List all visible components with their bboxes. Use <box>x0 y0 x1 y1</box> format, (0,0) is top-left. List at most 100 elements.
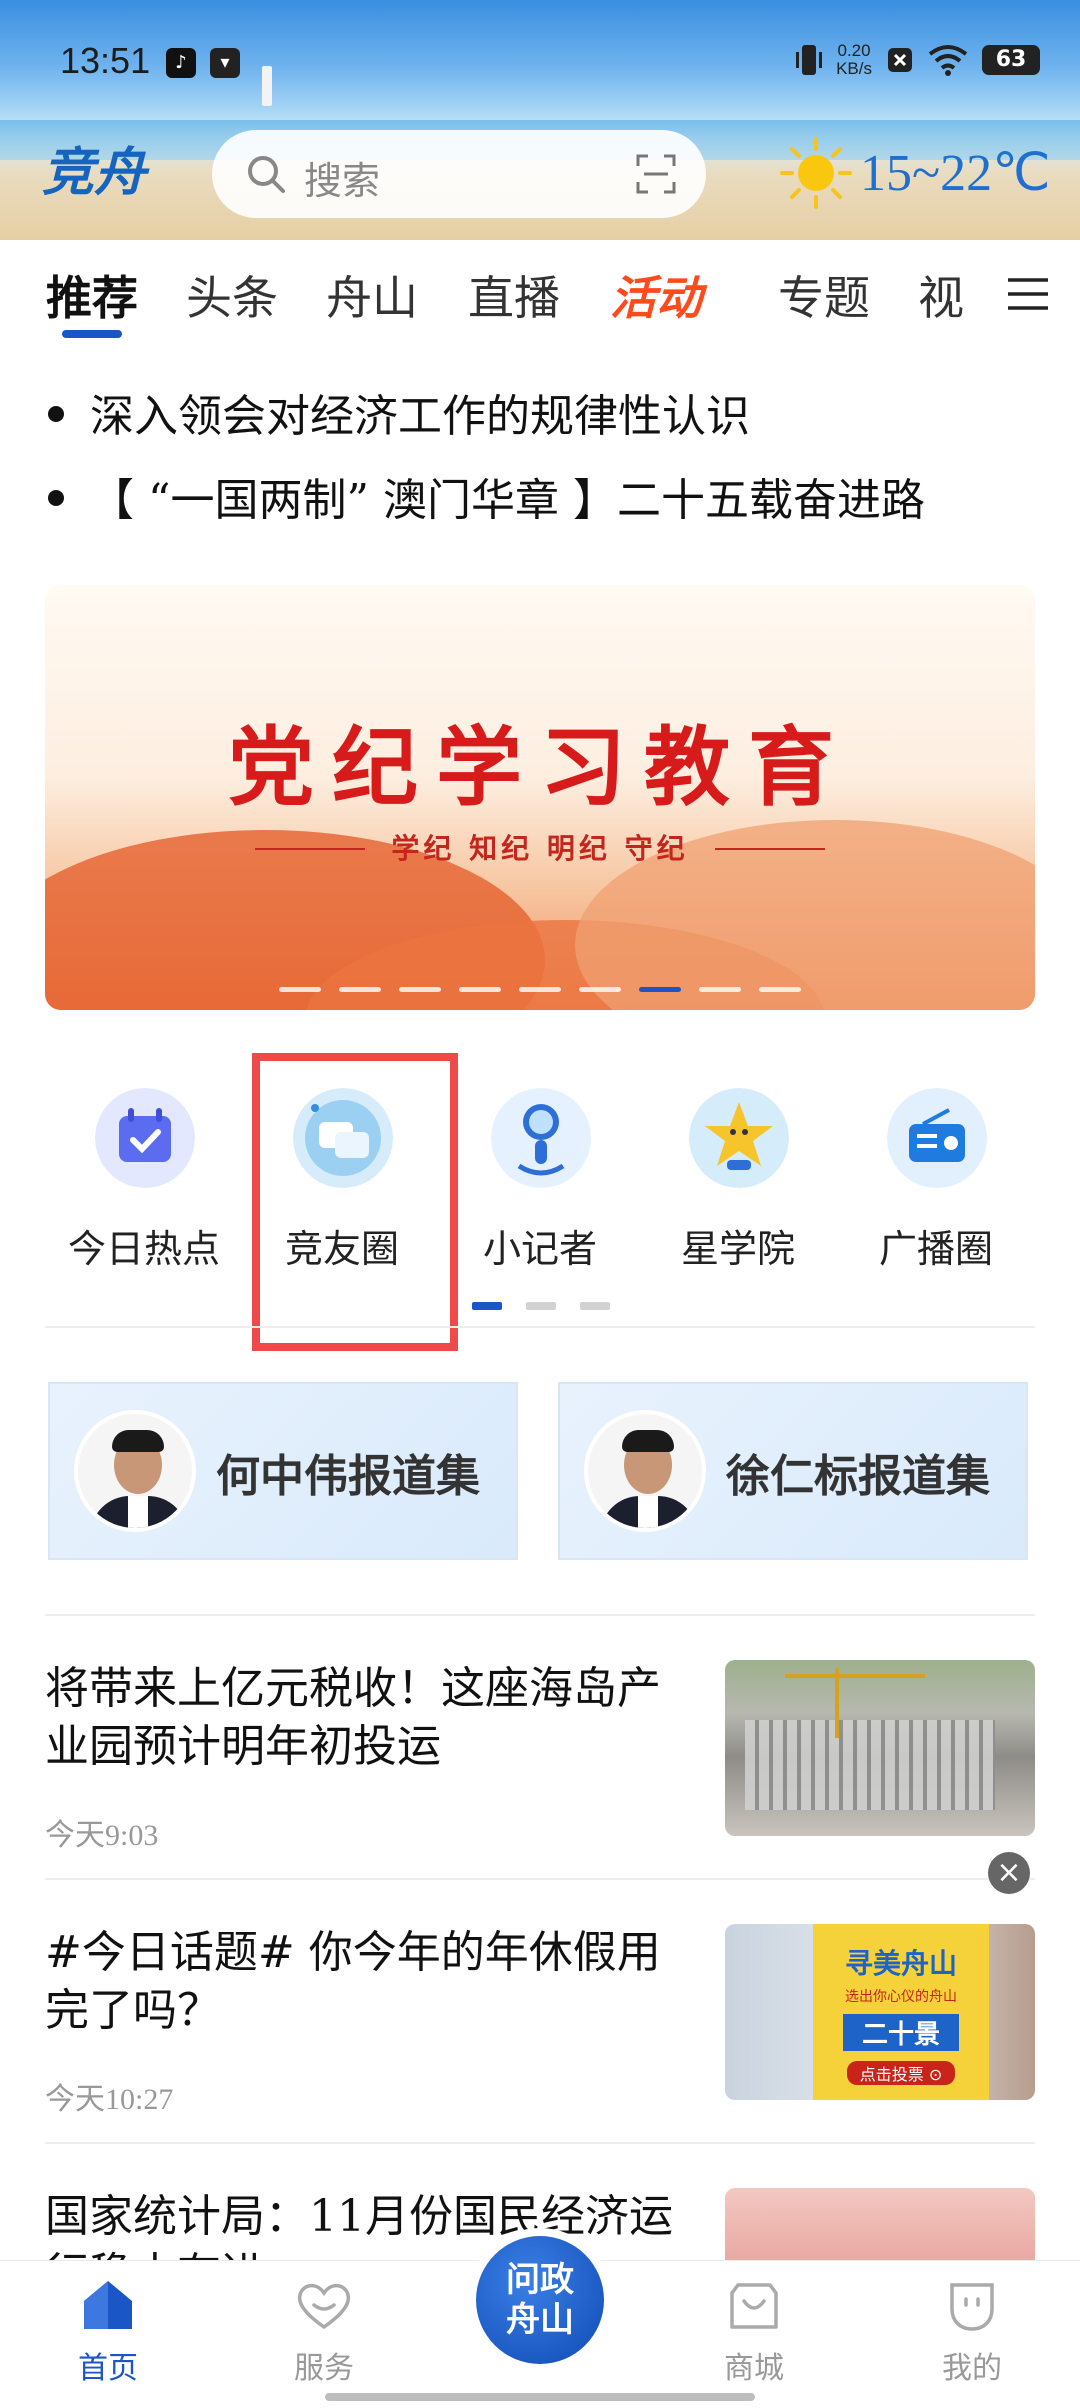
scan-icon[interactable] <box>636 154 676 194</box>
star-mascot-icon <box>689 1088 789 1188</box>
quick-link-junior-reporter[interactable]: 小记者 <box>441 1080 639 1280</box>
quick-link-label: 广播圈 <box>878 1227 993 1271</box>
banner-pager-dot <box>699 987 741 992</box>
quick-link-label: 今日热点 <box>67 1227 220 1271</box>
tab-headlines[interactable]: 头条 <box>186 262 278 328</box>
pager-dot <box>472 1302 502 1310</box>
nav-profile[interactable]: 我的 <box>902 2275 1042 2387</box>
thumb-caption: 二十景 <box>843 2014 959 2051</box>
news-time: 今天9:03 <box>45 1819 159 1852</box>
quick-link-label: 小记者 <box>482 1227 597 1271</box>
tab-live[interactable]: 直播 <box>468 262 560 328</box>
banner-pager-dot <box>759 987 801 992</box>
banner-subtitle: 学纪 知纪 明纪 守纪 <box>391 832 689 865</box>
banner-pager-dot <box>459 987 501 992</box>
news-title: 将带来上亿元税收！这座海岛产业园预计明年初投运 <box>45 1663 661 1772</box>
banner-pager-dot <box>339 987 381 992</box>
report-collection-card[interactable]: 徐仁标报道集 <box>558 1382 1028 1560</box>
report-collection-card[interactable]: 何中伟报道集 <box>48 1382 518 1560</box>
radio-icon <box>887 1088 987 1188</box>
nav-label: 我的 <box>942 2351 1002 2386</box>
close-icon[interactable]: × <box>988 1852 1030 1894</box>
thumb-caption: 寻美舟山 <box>844 1947 957 1980</box>
banner-pager <box>45 987 1035 992</box>
search-input[interactable]: 搜索 <box>212 130 706 218</box>
news-thumbnail: 寻美舟山 选出你心仪的舟山 二十景 点击投票 ⊙ <box>725 1924 1035 2100</box>
network-speed: 0.20 KB/s <box>836 42 872 78</box>
nav-services[interactable]: 服务 <box>254 2275 394 2387</box>
pager-dot <box>526 1302 556 1310</box>
quick-link-label: 星学院 <box>680 1227 795 1271</box>
banner-pager-dot <box>519 987 561 992</box>
news-title: #今日话题# 你今年的年休假用完了吗？ <box>45 1927 661 2036</box>
status-indicators: 0.20 KB/s 63 <box>796 42 1040 78</box>
banner-rule-right <box>715 848 825 850</box>
no-sim-icon <box>888 48 912 72</box>
weather-temperature: 15~22℃ <box>860 145 1051 202</box>
banner-pager-dot <box>579 987 621 992</box>
tiktok-icon: ♪ <box>166 48 196 78</box>
thumb-caption: 选出你心仪的舟山 <box>845 1989 957 2005</box>
banner-pager-dot <box>639 987 681 992</box>
nav-mall[interactable]: 商城 <box>684 2275 824 2387</box>
app-logo[interactable]: 竞舟 <box>42 130 152 203</box>
news-thumbnail <box>725 1660 1035 1836</box>
calendar-check-icon <box>95 1088 195 1188</box>
channel-tabs: 推荐 头条 舟山 直播 活动 专题 视 <box>0 250 1080 340</box>
report-collection-title: 徐仁标报道集 <box>726 1451 990 1502</box>
pager-dot <box>580 1302 610 1310</box>
quick-links: 今日热点 竞友圈 小记者 星学院 广播圈 <box>45 1080 1035 1280</box>
wifi-icon <box>928 45 968 76</box>
status-bar: 13:51 ♪ ▾ 0.20 KB/s 63 <box>0 36 1080 92</box>
tab-recommend[interactable]: 推荐 <box>46 262 138 328</box>
app-header: 13:51 ♪ ▾ 0.20 KB/s 63 竞舟 搜索 15~22℃ <box>0 0 1080 240</box>
mascot-icon <box>491 1088 591 1188</box>
news-time: 今天10:27 <box>45 2083 174 2116</box>
quick-links-pager <box>472 1302 610 1310</box>
tab-topics[interactable]: 专题 <box>778 262 870 328</box>
active-tab-indicator <box>62 330 122 338</box>
tab-activity[interactable]: 活动 <box>610 262 702 328</box>
divider <box>45 1878 1035 1880</box>
search-icon <box>248 156 285 193</box>
news-item[interactable]: #今日话题# 你今年的年休假用完了吗？ 今天10:27 寻美舟山 选出你心仪的舟… <box>45 1924 1035 2169</box>
vibrate-icon <box>796 45 823 75</box>
message-icon: ▾ <box>210 48 240 78</box>
quick-link-star-academy[interactable]: 星学院 <box>639 1080 837 1280</box>
tab-zhoushan[interactable]: 舟山 <box>326 262 418 328</box>
banner-carousel[interactable]: 党纪学习教育 学纪 知纪 明纪 守纪 <box>45 585 1035 1010</box>
nav-center-label: 舟山 <box>506 2300 574 2340</box>
network-speed-value: 0.20 <box>837 41 871 60</box>
bulletin-list: 深入领会对经济工作的规律性认识 【 “一国两制” 澳门华章 】二十五载奋进路 <box>42 380 1042 548</box>
nav-label: 商城 <box>724 2351 784 2386</box>
thumb-caption: 点击投票 ⊙ <box>847 2061 955 2085</box>
divider <box>45 1614 1035 1616</box>
tab-video[interactable]: 视 <box>918 262 964 328</box>
home-indicator[interactable] <box>325 2393 755 2401</box>
banner-pager-dot <box>279 987 321 992</box>
quick-link-broadcast[interactable]: 广播圈 <box>837 1080 1035 1280</box>
highlight-annotation-box <box>252 1053 458 1351</box>
network-speed-unit: KB/s <box>836 59 872 78</box>
nav-label: 服务 <box>294 2351 354 2386</box>
sun-icon <box>780 137 852 209</box>
divider <box>45 1326 1035 1328</box>
nav-label: 首页 <box>78 2351 138 2386</box>
bulletin-item[interactable]: 【 “一国两制” 澳门华章 】二十五载奋进路 <box>42 464 1042 548</box>
bulletin-item[interactable]: 深入领会对经济工作的规律性认识 <box>42 380 1042 464</box>
report-collection-title: 何中伟报道集 <box>216 1451 480 1502</box>
ask-government-badge: 问政 舟山 <box>476 2236 604 2364</box>
avatar <box>584 1410 706 1532</box>
news-item[interactable]: 将带来上亿元税收！这座海岛产业园预计明年初投运 今天9:03 <box>45 1660 1035 1905</box>
banner-title: 党纪学习教育 <box>228 717 852 818</box>
nav-center-label: 问政 <box>506 2260 574 2300</box>
weather-widget[interactable]: 15~22℃ <box>780 128 1051 218</box>
divider <box>45 2142 1035 2144</box>
status-time: 13:51 <box>60 40 151 81</box>
quick-link-hot-today[interactable]: 今日热点 <box>45 1080 243 1280</box>
banner-pager-dot <box>399 987 441 992</box>
nav-home[interactable]: 首页 <box>38 2275 178 2387</box>
heart-icon <box>297 2283 351 2330</box>
nav-ask-government-button[interactable]: 问政 舟山 <box>468 2228 612 2372</box>
menu-icon[interactable] <box>1006 274 1050 314</box>
